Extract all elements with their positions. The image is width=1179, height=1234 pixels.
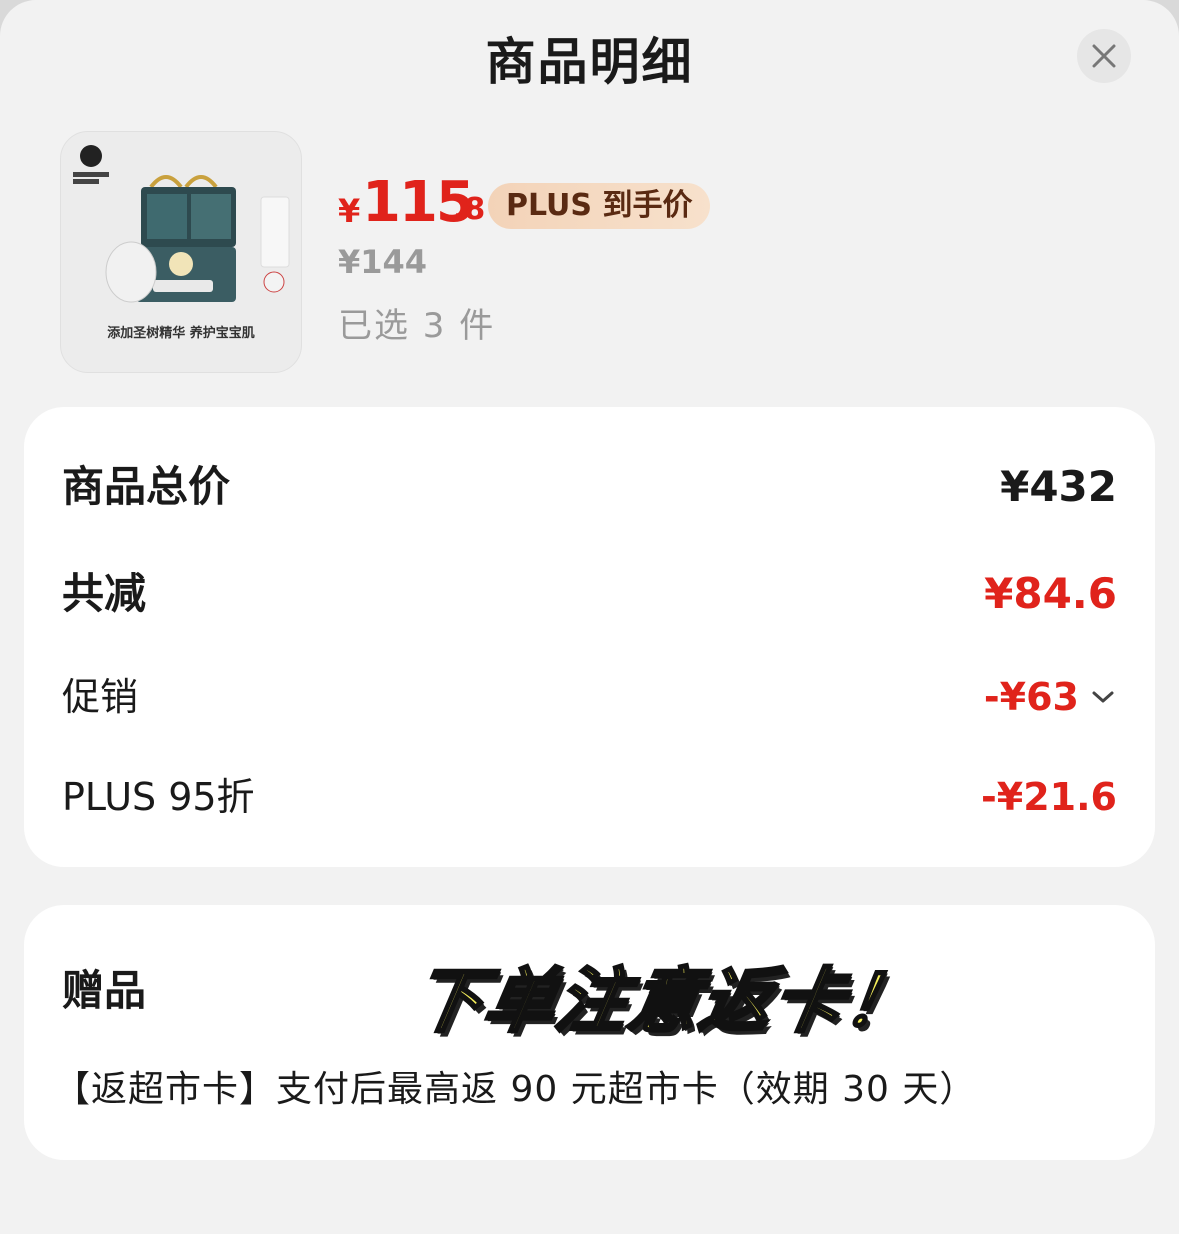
price-summary-card: 商品总价 ¥432 共减 ¥84.6 促销 -¥63 PLUS 95折 -¥21… bbox=[24, 407, 1155, 867]
chevron-down-icon[interactable] bbox=[1089, 687, 1117, 707]
plus-discount-value: -¥21.6 bbox=[981, 775, 1117, 819]
plus-price-badge: PLUS 到手价 bbox=[488, 183, 711, 229]
plus-discount-row: PLUS 95折 -¥21.6 bbox=[62, 767, 1117, 827]
total-discount-value: ¥84.6 bbox=[984, 569, 1117, 618]
close-button[interactable] bbox=[1077, 29, 1131, 83]
price-decimal: .8 bbox=[453, 192, 486, 227]
gift-card: 赠品 下单注意返卡！ 【返超市卡】支付后最高返 90 元超市卡（效期 30 天） bbox=[24, 905, 1155, 1160]
promotion-label: 促销 bbox=[62, 675, 139, 719]
close-icon bbox=[1092, 44, 1116, 68]
original-price: ¥144 bbox=[338, 243, 428, 281]
product-image[interactable]: 添加圣树精华 养护宝宝肌 bbox=[60, 131, 302, 373]
total-price-value: ¥432 bbox=[1000, 462, 1117, 511]
total-discount-label: 共减 bbox=[62, 569, 147, 618]
total-discount-row: 共减 ¥84.6 bbox=[62, 564, 1117, 624]
product-image-caption: 添加圣树精华 养护宝宝肌 bbox=[107, 326, 255, 341]
promotion-value: -¥63 bbox=[983, 675, 1079, 719]
notice-overlay-text: 下单注意返卡！ bbox=[404, 959, 925, 1044]
gift-description: 【返超市卡】支付后最高返 90 元超市卡（效期 30 天） bbox=[54, 1069, 977, 1110]
total-price-label: 商品总价 bbox=[62, 462, 231, 511]
gift-label: 赠品 bbox=[62, 966, 147, 1015]
price-currency: ¥ bbox=[338, 192, 361, 230]
product-detail-sheet: 商品明细 添加圣树精华 养护宝宝肌 ¥ 115 .8 PLUS 到手价 ¥144… bbox=[0, 0, 1179, 1234]
promotion-row[interactable]: 促销 -¥63 bbox=[62, 667, 1117, 727]
sheet-title: 商品明细 bbox=[485, 33, 694, 91]
plus-discount-label: PLUS 95折 bbox=[62, 775, 255, 819]
product-package-illustration bbox=[105, 175, 290, 303]
total-price-row: 商品总价 ¥432 bbox=[62, 457, 1117, 517]
selected-quantity: 已选 3 件 bbox=[338, 306, 496, 346]
